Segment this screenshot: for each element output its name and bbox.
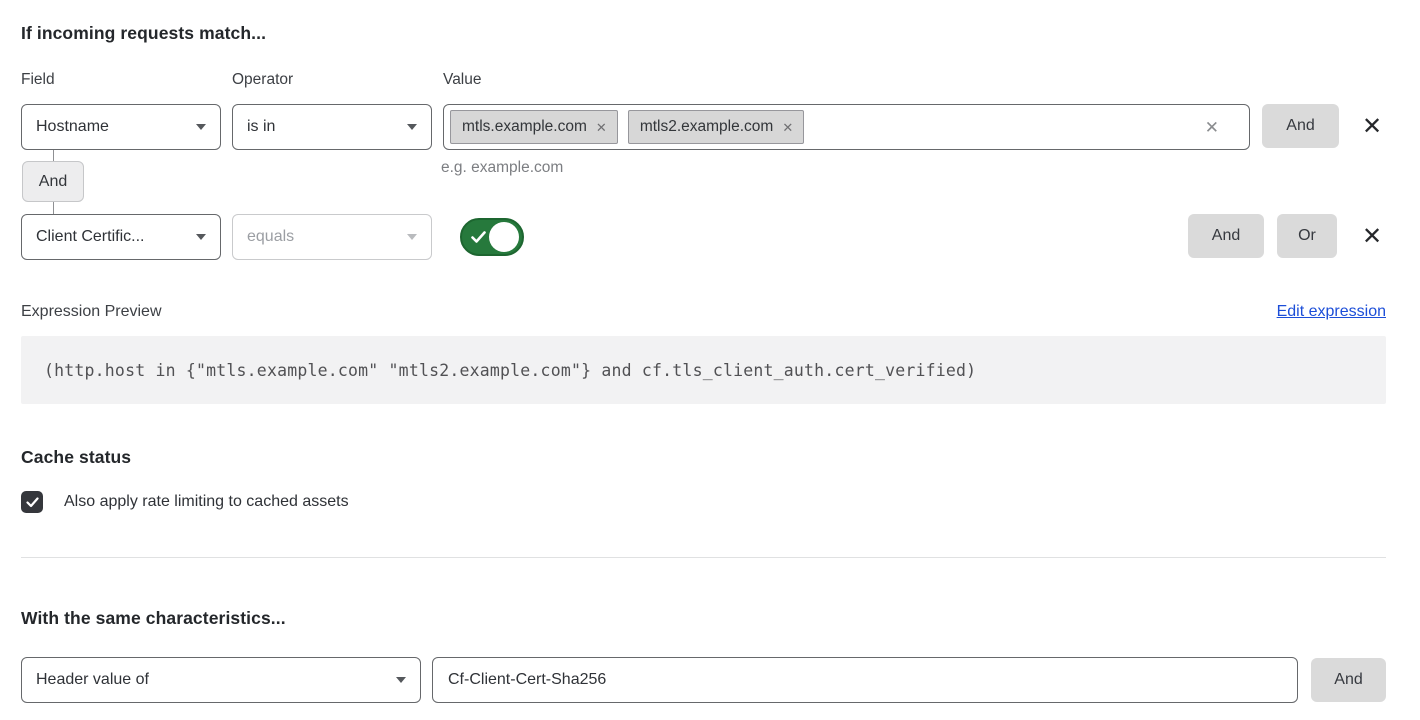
field-select-2[interactable]: Client Certific... [21, 214, 221, 260]
operator-select-2-value: equals [247, 228, 294, 246]
remove-condition-icon-2[interactable]: ✕ [1358, 214, 1386, 258]
clear-values-icon[interactable]: ✕ [1205, 119, 1219, 136]
expression-text: (http.host in {"mtls.example.com" "mtls2… [44, 361, 976, 380]
toggle-knob [489, 222, 519, 252]
value-tags: mtls.example.com ✕ mtls2.example.com ✕ [450, 110, 1205, 144]
value-column-label: Value [443, 71, 482, 89]
cert-verified-toggle[interactable] [460, 218, 524, 256]
condition-row-1: Hostname is in mtls.example.com ✕ mtls2.… [21, 104, 1386, 150]
characteristics-title: With the same characteristics... [21, 608, 1386, 629]
value-tag-label: mtls2.example.com [640, 118, 774, 136]
expression-preview-header: Expression Preview Edit expression [21, 303, 1386, 321]
edit-expression-link[interactable]: Edit expression [1277, 303, 1386, 321]
column-labels: Field Operator Value [21, 71, 1386, 89]
cache-checkbox-row: Also apply rate limiting to cached asset… [21, 491, 1386, 513]
value-tag: mtls.example.com ✕ [450, 110, 618, 144]
operator-column-label: Operator [232, 71, 443, 89]
characteristic-select[interactable]: Header value of [21, 657, 421, 703]
value-multiselect[interactable]: mtls.example.com ✕ mtls2.example.com ✕ ✕ [443, 104, 1250, 150]
and-connector: And [21, 150, 221, 214]
field-column-label: Field [21, 71, 232, 89]
chevron-down-icon [407, 124, 417, 130]
check-icon [26, 497, 39, 508]
condition-row-2: Client Certific... equals And Or ✕ [21, 214, 1386, 260]
field-select-1[interactable]: Hostname [21, 104, 221, 150]
cached-assets-checkbox-label: Also apply rate limiting to cached asset… [64, 493, 349, 511]
add-or-condition-button[interactable]: Or [1277, 214, 1337, 258]
match-section-title: If incoming requests match... [21, 23, 1386, 44]
operator-select-2-disabled: equals [232, 214, 432, 260]
check-icon [471, 231, 486, 243]
expression-preview-label: Expression Preview [21, 303, 162, 321]
connector-line [53, 202, 54, 214]
field-select-1-value: Hostname [36, 118, 109, 136]
add-and-condition-button-2[interactable]: And [1188, 214, 1264, 258]
value-tag-label: mtls.example.com [462, 118, 587, 136]
value-tag: mtls2.example.com ✕ [628, 110, 804, 144]
remove-condition-icon-1[interactable]: ✕ [1358, 104, 1386, 148]
section-divider [21, 557, 1386, 558]
operator-select-1[interactable]: is in [232, 104, 432, 150]
rule-builder-panel: If incoming requests match... Field Oper… [0, 0, 1420, 720]
row-connector-area: And e.g. example.com [21, 150, 1386, 214]
chevron-down-icon [407, 234, 417, 240]
connector-line [53, 150, 54, 161]
characteristic-select-value: Header value of [36, 671, 149, 689]
expression-code-block: (http.host in {"mtls.example.com" "mtls2… [21, 336, 1386, 404]
tag-remove-icon[interactable]: ✕ [782, 121, 793, 134]
chevron-down-icon [396, 677, 406, 683]
connector-and-button[interactable]: And [22, 161, 84, 202]
operator-select-1-value: is in [247, 118, 275, 136]
chevron-down-icon [196, 124, 206, 130]
characteristics-row: Header value of And [21, 657, 1386, 703]
chevron-down-icon [196, 234, 206, 240]
cached-assets-checkbox[interactable] [21, 491, 43, 513]
header-name-input[interactable] [432, 657, 1298, 703]
add-and-condition-button-1[interactable]: And [1262, 104, 1339, 148]
cache-status-title: Cache status [21, 447, 1386, 468]
field-select-2-value: Client Certific... [36, 228, 144, 246]
value-hint-text: e.g. example.com [441, 159, 563, 214]
add-characteristic-button[interactable]: And [1311, 658, 1386, 702]
tag-remove-icon[interactable]: ✕ [596, 121, 607, 134]
